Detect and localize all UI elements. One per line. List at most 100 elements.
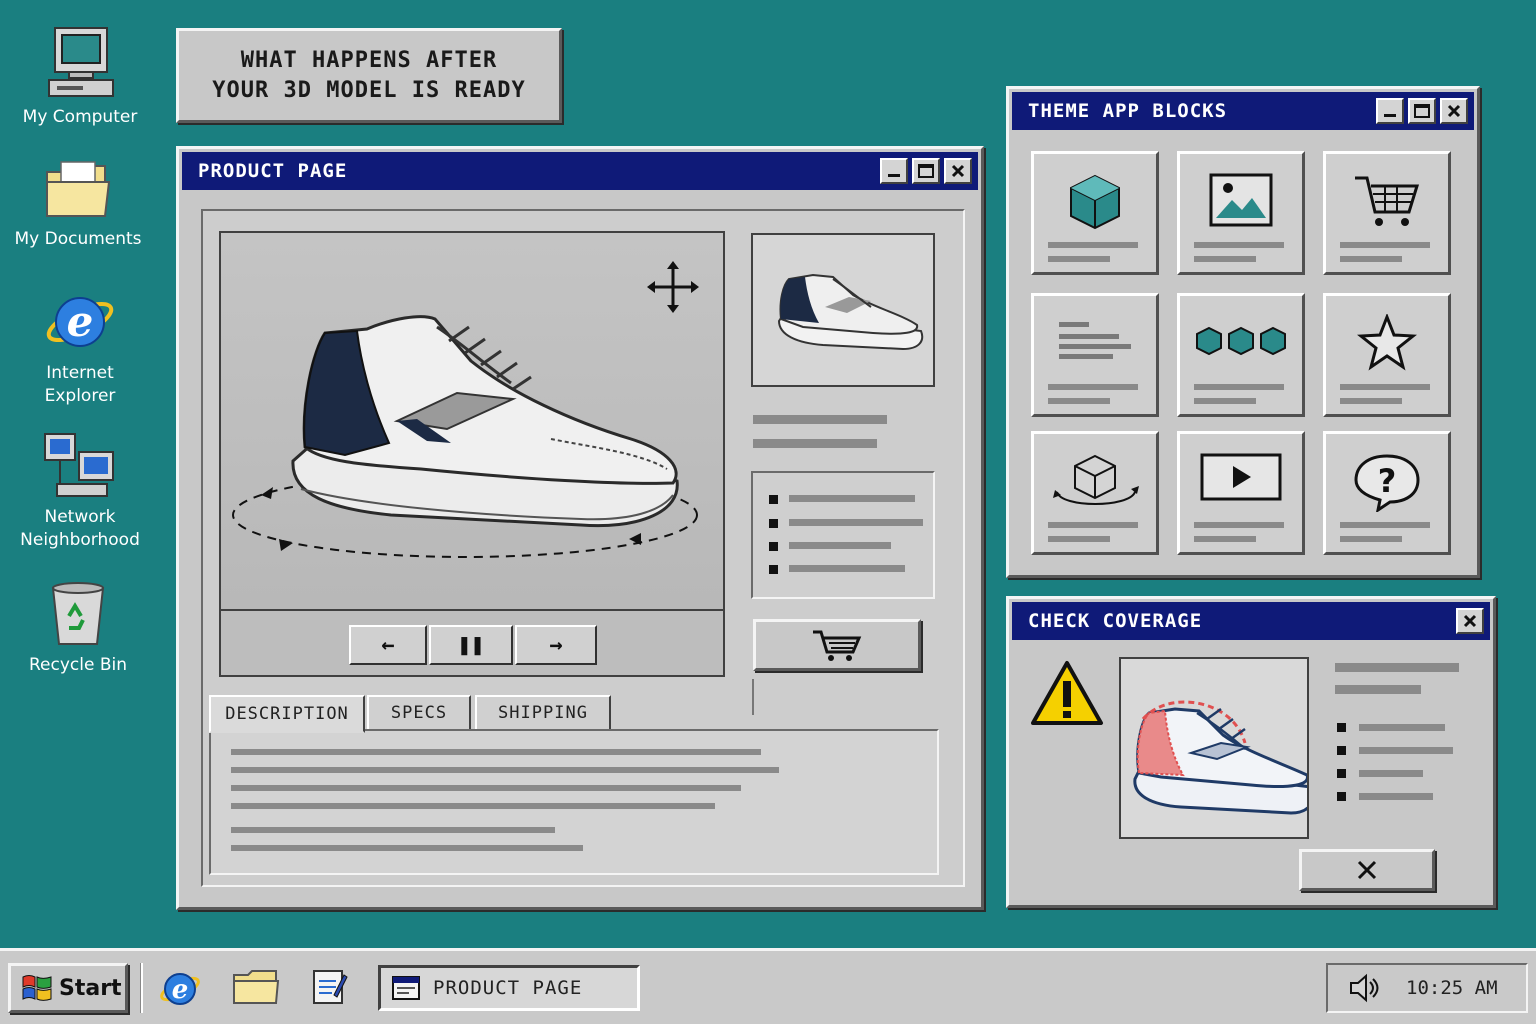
3d-model-viewer[interactable]: ← ❚❚ → xyxy=(219,231,725,677)
close-button[interactable] xyxy=(944,158,972,184)
start-button[interactable]: Start xyxy=(8,963,128,1013)
feature-line xyxy=(789,565,905,572)
folder-icon[interactable] xyxy=(232,967,280,1007)
block-3d-model[interactable] xyxy=(1031,151,1159,275)
notepad-icon[interactable] xyxy=(310,967,348,1007)
maximize-icon xyxy=(1414,104,1430,118)
list-bullet xyxy=(1337,792,1346,801)
window-title: THEME APP BLOCKS xyxy=(1028,100,1228,122)
desktop-icon-my-documents[interactable]: My Documents xyxy=(8,160,148,251)
text-line xyxy=(231,827,555,833)
block-reviews[interactable] xyxy=(1323,293,1451,417)
sneaker-3d-model[interactable] xyxy=(221,233,727,611)
block-model-carousel[interactable] xyxy=(1177,293,1305,417)
desktop-icon-network-neighborhood[interactable]: Network Neighborhood xyxy=(10,432,150,552)
desktop-icon-my-computer[interactable]: My Computer xyxy=(10,26,150,129)
list-bullet xyxy=(769,565,778,574)
windows-logo-icon xyxy=(22,975,52,1001)
close-icon xyxy=(1357,860,1377,880)
tab-description[interactable]: DESCRIPTION xyxy=(209,695,365,733)
star-icon xyxy=(1357,314,1417,371)
check-coverage-window[interactable]: CHECK COVERAGE xyxy=(1006,596,1496,908)
network-icon xyxy=(44,433,114,497)
coverage-heading-placeholder xyxy=(1335,663,1459,672)
tab-label: SPECS xyxy=(390,703,448,723)
coverage-line xyxy=(1359,793,1433,800)
pause-button[interactable]: ❚❚ xyxy=(429,625,513,665)
text-line xyxy=(231,749,761,755)
coverage-line xyxy=(1359,724,1445,731)
sneaker-thumbnail-image xyxy=(777,273,924,351)
rotate-left-button[interactable]: ← xyxy=(349,625,427,665)
cart-icon xyxy=(813,630,862,661)
vertical-divider xyxy=(752,679,754,715)
coverage-line xyxy=(1359,770,1423,777)
close-button[interactable] xyxy=(1456,608,1484,634)
list-bullet xyxy=(1337,746,1346,755)
computer-icon xyxy=(48,27,114,97)
minimize-icon xyxy=(1384,114,1396,117)
headline-card: WHAT HAPPENS AFTER YOUR 3D MODEL IS READ… xyxy=(176,28,562,123)
block-add-to-cart[interactable] xyxy=(1323,151,1451,275)
feature-line xyxy=(789,495,915,502)
block-faq[interactable]: ? xyxy=(1323,431,1451,555)
close-icon xyxy=(1447,104,1461,118)
list-bullet xyxy=(769,495,778,504)
dismiss-button[interactable] xyxy=(1299,849,1435,891)
block-video[interactable] xyxy=(1177,431,1305,555)
arrow-left-icon: ← xyxy=(381,632,395,658)
tab-label: DESCRIPTION xyxy=(225,704,349,724)
block-3d-rotate[interactable] xyxy=(1031,431,1159,555)
svg-text:?: ? xyxy=(1378,462,1397,500)
blocks-window-titlebar[interactable]: THEME APP BLOCKS xyxy=(1012,92,1474,130)
window-icon xyxy=(392,976,420,1000)
list-bullet xyxy=(1337,769,1346,778)
product-thumbnail[interactable] xyxy=(751,233,935,387)
close-button[interactable] xyxy=(1440,98,1468,124)
rotate-right-button[interactable]: → xyxy=(515,625,597,665)
coverage-preview[interactable] xyxy=(1119,657,1309,839)
cube-icon xyxy=(1070,174,1120,230)
theme-app-blocks-window[interactable]: THEME APP BLOCKS ? xyxy=(1006,86,1480,578)
speaker-icon[interactable] xyxy=(1348,973,1380,1003)
feature-line xyxy=(789,542,891,549)
maximize-button[interactable] xyxy=(1408,98,1436,124)
feature-list xyxy=(751,471,935,599)
pause-icon: ❚❚ xyxy=(457,632,485,658)
desktop-icon-recycle-bin[interactable]: Recycle Bin xyxy=(8,580,148,677)
internet-explorer-icon[interactable]: e xyxy=(158,967,202,1009)
video-icon xyxy=(1200,453,1282,501)
desktop-icon-label: Network Neighborhood xyxy=(20,507,140,550)
block-text[interactable] xyxy=(1031,293,1159,417)
text-icon xyxy=(1059,322,1131,359)
list-bullet xyxy=(769,542,778,551)
product-window-titlebar[interactable]: PRODUCT PAGE xyxy=(182,152,978,190)
taskbar-item-product-page[interactable]: PRODUCT PAGE xyxy=(378,965,640,1011)
start-label: Start xyxy=(59,975,122,1001)
list-bullet xyxy=(1337,723,1346,732)
minimize-button[interactable] xyxy=(1376,98,1404,124)
desktop-icon-internet-explorer[interactable]: e Internet Explorer xyxy=(10,286,150,408)
tab-shipping[interactable]: SHIPPING xyxy=(475,695,611,731)
tab-specs[interactable]: SPECS xyxy=(367,695,471,731)
text-line xyxy=(231,767,779,773)
viewer-stage[interactable] xyxy=(221,233,723,611)
text-line xyxy=(231,803,715,809)
window-title: CHECK COVERAGE xyxy=(1028,610,1203,632)
block-image[interactable] xyxy=(1177,151,1305,275)
desktop-icon-label: My Documents xyxy=(14,229,142,249)
desktop-icon-label: Internet Explorer xyxy=(44,363,116,406)
move-icon xyxy=(647,261,699,313)
minimize-button[interactable] xyxy=(880,158,908,184)
taskbar-divider xyxy=(140,963,143,1013)
cart-icon xyxy=(1355,176,1420,226)
minimize-icon xyxy=(888,174,900,177)
product-page-window[interactable]: PRODUCT PAGE ← ❚❚ → DESCRIPTION SPECS SH… xyxy=(176,146,984,910)
text-line xyxy=(231,785,741,791)
maximize-button[interactable] xyxy=(912,158,940,184)
desktop-icon-label: Recycle Bin xyxy=(28,655,127,675)
add-to-cart-button[interactable] xyxy=(753,619,921,671)
coverage-window-titlebar[interactable]: CHECK COVERAGE xyxy=(1012,602,1490,640)
coverage-line xyxy=(1359,747,1453,754)
tab-label: SHIPPING xyxy=(498,703,588,723)
